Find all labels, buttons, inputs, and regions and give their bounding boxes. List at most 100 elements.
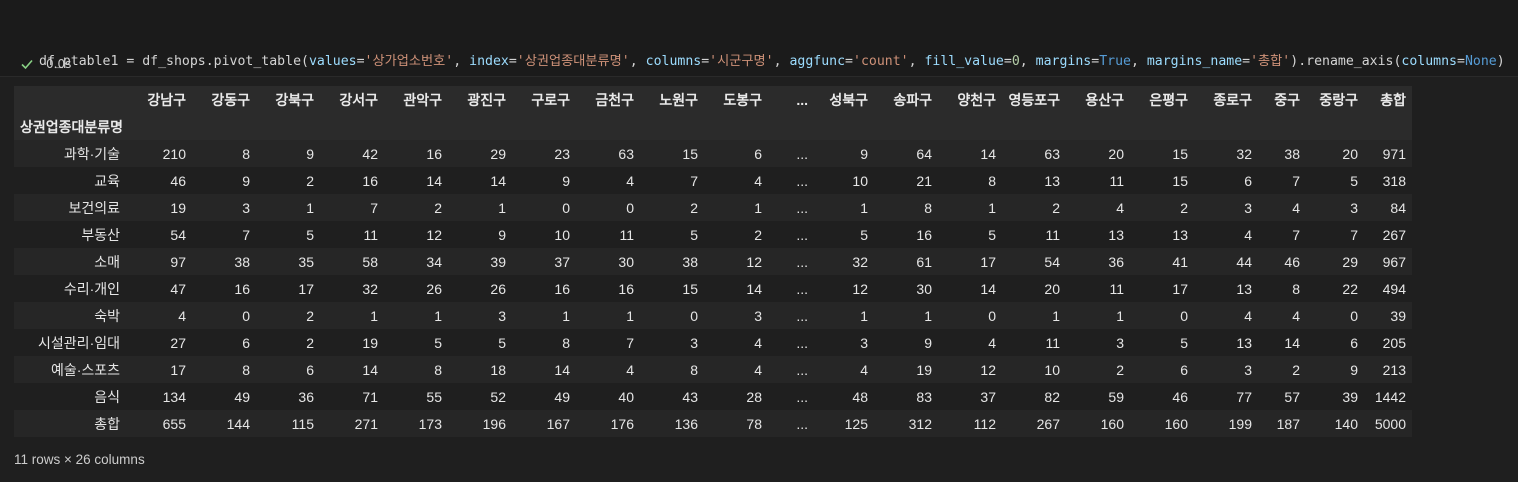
table-cell: ... <box>768 167 814 194</box>
code-token: True <box>1099 54 1131 69</box>
table-cell: 1 <box>448 194 512 221</box>
table-cell: 5 <box>640 221 704 248</box>
index-name-spacer <box>814 113 874 140</box>
table-cell: 136 <box>640 410 704 437</box>
table-cell: 8 <box>640 356 704 383</box>
table-cell: 3 <box>704 302 768 329</box>
table-row: 예술·스포츠 17 8 6 14 8 18 14 4 8 4... 4 19 12 10 2 6 3 2 9 213 <box>14 356 1412 383</box>
table-cell: 0 <box>512 194 576 221</box>
column-header: 총합 <box>1364 86 1412 113</box>
column-header: 금천구 <box>576 86 640 113</box>
column-header: 강남구 <box>134 86 192 113</box>
table-cell: 7 <box>320 194 384 221</box>
index-name-spacer <box>1002 113 1066 140</box>
shape-summary: 11 rows × 26 columns <box>14 452 145 467</box>
code-token: = <box>356 54 365 69</box>
table-cell: 2 <box>1002 194 1066 221</box>
table-cell: 8 <box>938 167 1002 194</box>
table-cell: 312 <box>874 410 938 437</box>
table-cell: 3 <box>192 194 256 221</box>
table-cell: 5 <box>256 221 320 248</box>
table-cell: 7 <box>576 329 640 356</box>
table-cell: 36 <box>256 383 320 410</box>
table-cell: 1 <box>384 302 448 329</box>
table-cell: ... <box>768 140 814 167</box>
table-cell: 12 <box>704 248 768 275</box>
code-token: = <box>1456 54 1465 69</box>
table-row: 숙박 4 0 2 1 1 3 1 1 0 3... 1 1 0 1 1 0 4 4 0 39 <box>14 302 1412 329</box>
table-cell: 14 <box>1258 329 1306 356</box>
index-name-spacer <box>874 113 938 140</box>
column-header: 노원구 <box>640 86 704 113</box>
column-header: 종로구 <box>1194 86 1258 113</box>
table-cell: 3 <box>1066 329 1130 356</box>
table-cell: 7 <box>640 167 704 194</box>
table-cell: 15 <box>1130 140 1194 167</box>
column-header: 구로구 <box>512 86 576 113</box>
table-cell: 0 <box>938 302 1002 329</box>
table-cell: 11 <box>1002 221 1066 248</box>
row-label: 교육 <box>14 167 134 194</box>
table-cell: 2 <box>256 302 320 329</box>
table-cell: 5 <box>384 329 448 356</box>
table-cell: 57 <box>1258 383 1306 410</box>
table-cell: 19 <box>134 194 192 221</box>
table-cell: 11 <box>320 221 384 248</box>
table-cell: 4 <box>704 329 768 356</box>
table-cell: ... <box>768 356 814 383</box>
row-label: 음식 <box>14 383 134 410</box>
table-cell: 12 <box>384 221 448 248</box>
table-cell: ... <box>768 302 814 329</box>
table-cell: 9 <box>874 329 938 356</box>
table-cell: 1 <box>256 194 320 221</box>
table-cell: 7 <box>192 221 256 248</box>
code-cell[interactable]: df_ptable1 = df_shops.pivot_table(values… <box>0 0 1518 129</box>
table-cell: 26 <box>448 275 512 302</box>
table-cell: 2 <box>256 167 320 194</box>
table-cell: 32 <box>814 248 874 275</box>
table-cell: 3 <box>448 302 512 329</box>
table-cell: 10 <box>814 167 874 194</box>
table-cell: 5 <box>448 329 512 356</box>
table-cell: 44 <box>1194 248 1258 275</box>
table-cell: 14 <box>384 167 448 194</box>
table-cell: 14 <box>320 356 384 383</box>
table-cell: 14 <box>938 140 1002 167</box>
column-header: 성북구 <box>814 86 874 113</box>
table-cell: 2 <box>256 329 320 356</box>
column-header: 용산구 <box>1066 86 1130 113</box>
table-cell: 5 <box>1306 167 1364 194</box>
table-cell: 9 <box>256 140 320 167</box>
code-token: = <box>1003 54 1012 69</box>
table-cell: 15 <box>640 140 704 167</box>
table-cell: 17 <box>938 248 1002 275</box>
code-token: '상가업소번호' <box>364 54 454 69</box>
dataframe-table: 강남구 강동구 강북구 강서구 관악구 광진구 구로구 금천구 노원구 도봉구... 성북구 송파구 양… <box>14 86 1412 437</box>
table-cell: 971 <box>1364 140 1412 167</box>
table-cell: 9 <box>814 140 874 167</box>
table-cell: 115 <box>256 410 320 437</box>
table-cell: 144 <box>192 410 256 437</box>
table-cell: 29 <box>1306 248 1364 275</box>
table-cell: 4 <box>1194 302 1258 329</box>
table-cell: 17 <box>256 275 320 302</box>
table-cell: 3 <box>814 329 874 356</box>
code-token: , <box>629 54 646 69</box>
table-cell: 15 <box>640 275 704 302</box>
row-label: 수리·개인 <box>14 275 134 302</box>
table-cell: 0 <box>640 302 704 329</box>
table-row: 음식 134 49 36 71 55 52 49 40 43 28... 48 83 37 82 59 46 77… <box>14 383 1412 410</box>
table-cell: 4 <box>1066 194 1130 221</box>
table-cell: 16 <box>874 221 938 248</box>
table-cell: 54 <box>134 221 192 248</box>
table-cell: 37 <box>938 383 1002 410</box>
index-name-spacer <box>384 113 448 140</box>
table-cell: 213 <box>1364 356 1412 383</box>
table-cell: 42 <box>320 140 384 167</box>
code-token: , <box>773 54 790 69</box>
table-cell: 112 <box>938 410 1002 437</box>
table-cell: 27 <box>134 329 192 356</box>
table-cell: 84 <box>1364 194 1412 221</box>
table-cell: 13 <box>1130 221 1194 248</box>
table-cell: 11 <box>1066 167 1130 194</box>
